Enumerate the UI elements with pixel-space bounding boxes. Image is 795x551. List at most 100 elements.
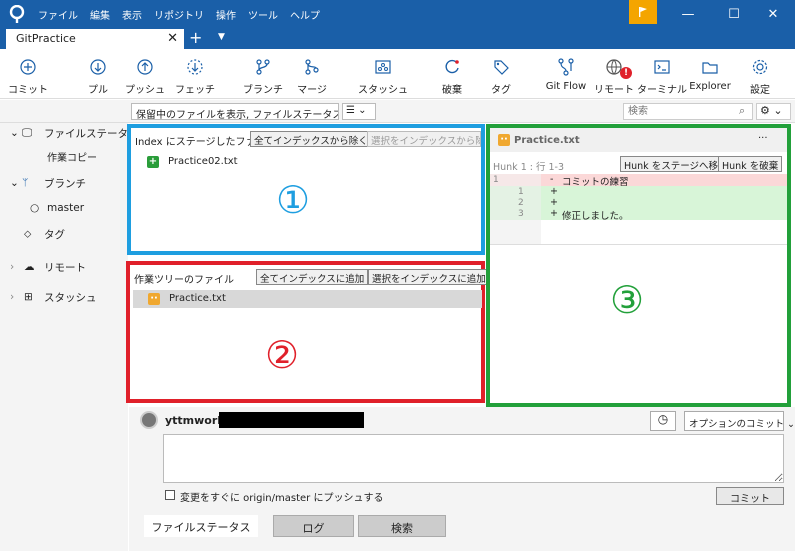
close-icon: ✕ (767, 7, 779, 22)
push-label: プッシュ (125, 85, 165, 96)
filter-settings-button[interactable]: ⚙ ⌄ (756, 103, 791, 120)
sidebar-working-copy-label: 作業コピー (47, 152, 97, 164)
file-filter-select[interactable]: 保留中のファイルを表示, ファイルステータス順 ⌄ (131, 103, 339, 120)
file-modified-icon: ·· (498, 134, 510, 146)
maximize-icon: ☐ (728, 7, 740, 22)
more-options-icon[interactable]: ··· (758, 133, 768, 144)
tab-log-label: ログ (302, 522, 325, 535)
unstaged-files-title: 作業ツリーのファイル (134, 275, 234, 286)
commit-button[interactable]: コミット (8, 49, 48, 99)
menu-tools[interactable]: ツール (248, 7, 278, 22)
menu-file[interactable]: ファイル (38, 7, 78, 22)
unstage-all-button[interactable]: 全てインデックスから除く (250, 131, 372, 147)
minimize-button[interactable]: — (665, 0, 711, 29)
menu-repository[interactable]: リポジトリ (154, 7, 204, 22)
diff-line (490, 186, 541, 220)
diff-header: ·· Practice.txt ··· (490, 128, 787, 152)
monitor-icon: 🖵 (22, 126, 33, 139)
tag-icon (494, 60, 509, 75)
push-immediately-checkbox[interactable] (165, 490, 175, 500)
tab-log[interactable]: ログ (273, 515, 354, 537)
sidebar-item-remotes[interactable]: › ☁ リモート (10, 257, 86, 277)
push-button[interactable]: プッシュ (125, 49, 165, 99)
discard-hunk-button[interactable]: Hunk を破棄 (718, 156, 783, 172)
settings-button[interactable]: 設定 (742, 49, 778, 99)
sidebar-item-working-copy[interactable]: 作業コピー (47, 146, 97, 166)
stage-all-button[interactable]: 全てインデックスに追加 (256, 269, 369, 285)
fetch-button[interactable]: フェッチ (175, 49, 215, 99)
pull-button[interactable]: プル (80, 49, 116, 99)
remote-label: リモート (594, 85, 634, 96)
merge-button[interactable]: マージ (294, 49, 330, 99)
settings-icon (752, 59, 768, 75)
menu-edit[interactable]: 編集 (90, 7, 110, 22)
tab-close-icon[interactable]: ✕ (167, 31, 178, 46)
tab-dropdown-icon[interactable]: ▼ (218, 32, 225, 42)
tab-file-status[interactable]: ファイルステータス (144, 515, 258, 537)
git-flow-label: Git Flow (545, 81, 587, 92)
branch-button[interactable]: ブランチ (243, 49, 283, 99)
tag-button[interactable]: タグ (483, 49, 519, 99)
sidebar-item-branches[interactable]: ⌄ ᛘ ブランチ (10, 173, 86, 193)
panel-marker-2: ② (265, 333, 300, 377)
close-window-button[interactable]: ✕ (750, 0, 795, 29)
branch-icon (256, 59, 270, 75)
explorer-button[interactable]: Explorer (689, 49, 731, 99)
commit-label: コミット (8, 85, 48, 96)
unstaged-file-name: Practice.txt (169, 293, 226, 304)
sidebar-item-tags[interactable]: ⬦ タグ (24, 224, 65, 244)
unstage-selected-button[interactable]: 選択をインデックスから除く (367, 131, 481, 147)
new-tab-icon[interactable]: + (189, 29, 202, 47)
chevron-down-icon: ⌄ (358, 105, 367, 116)
sidebar-item-master[interactable]: ○ master (30, 198, 84, 218)
panel-marker-1: ① (276, 178, 311, 222)
stash-icon (375, 60, 391, 74)
toolbar: コミット プル プッシュ フェッチ ブランチ マージ スタッシュ 破棄 タグ G… (0, 49, 795, 99)
stage-hunk-button[interactable]: Hunk をステージへ移動 (620, 156, 732, 172)
diff-panel: ·· Practice.txt ··· Hunk 1 : 行 1-3 Hunk … (486, 124, 791, 407)
sidebar-item-file-status[interactable]: ⌄ 🖵 ファイルステータス (10, 123, 139, 143)
commit-submit-button[interactable]: コミット (716, 487, 784, 505)
sidebar-tags-label: タグ (44, 228, 65, 241)
terminal-button[interactable]: ターミナル (637, 49, 687, 99)
filter-row: 保留中のファイルを表示, ファイルステータス順 ⌄ ☰ ⌄ ⌕ ⚙ ⌄ (0, 100, 795, 123)
menu-bar: ファイル 編集 表示 リポジトリ 操作 ツール ヘルプ (38, 0, 320, 29)
diff-sign: + (550, 186, 558, 197)
menu-help[interactable]: ヘルプ (290, 7, 320, 22)
commit-options-label: オプションのコミット (689, 419, 785, 430)
stage-selected-button[interactable]: 選択をインデックスに追加 (368, 269, 490, 285)
commit-message-input[interactable] (163, 434, 784, 483)
commit-options-dropdown[interactable]: オプションのコミット ⌄ (684, 411, 795, 431)
current-branch-icon: ○ (30, 202, 40, 214)
search-input[interactable] (623, 103, 753, 120)
view-mode-select[interactable]: ☰ ⌄ (342, 103, 376, 120)
tab-gitpractice[interactable]: GitPractice ✕ (6, 29, 184, 49)
tab-file-status-label: ファイルステータス (151, 521, 251, 534)
tab-search-label: 検索 (391, 522, 413, 535)
staged-files-panel: Index にステージしたファイル 全てインデックスから除く 選択をインデックス… (127, 124, 485, 255)
title-bar: ファイル 編集 表示 リポジトリ 操作 ツール ヘルプ — ☐ ✕ (0, 0, 795, 29)
list-icon: ☰ (346, 105, 355, 116)
diff-line-text: 修正しました。 (562, 211, 629, 222)
terminal-icon (654, 60, 670, 74)
flag-button[interactable] (629, 0, 657, 24)
commit-history-button[interactable]: ◷ (650, 411, 676, 431)
tab-search[interactable]: 検索 (358, 515, 446, 537)
tag-label: タグ (491, 85, 511, 96)
list-item[interactable]: ·· Practice.txt (133, 290, 482, 308)
sidebar-item-stashes[interactable]: › ⊞ スタッシュ (10, 287, 97, 307)
unstaged-files-panel: 作業ツリーのファイル 全てインデックスに追加 選択をインデックスに追加 ·· P… (126, 261, 490, 403)
diff-sign: + (550, 197, 558, 208)
list-item[interactable]: + Practice02.txt (147, 155, 447, 169)
menu-view[interactable]: 表示 (122, 7, 142, 22)
remote-button[interactable]: リモート ! (594, 49, 634, 99)
menu-actions[interactable]: 操作 (216, 7, 236, 22)
sidebar-master-label: master (47, 202, 85, 214)
diff-file-name: Practice.txt (514, 135, 580, 146)
stash-button[interactable]: スタッシュ (358, 49, 408, 99)
discard-button[interactable]: 破棄 (434, 49, 470, 99)
hunk-label: Hunk 1 : 行 1-3 (493, 162, 565, 173)
git-flow-button[interactable]: Git Flow (544, 49, 588, 99)
chevron-down-icon: ⌄ (787, 419, 795, 430)
terminal-label: ターミナル (637, 85, 687, 96)
